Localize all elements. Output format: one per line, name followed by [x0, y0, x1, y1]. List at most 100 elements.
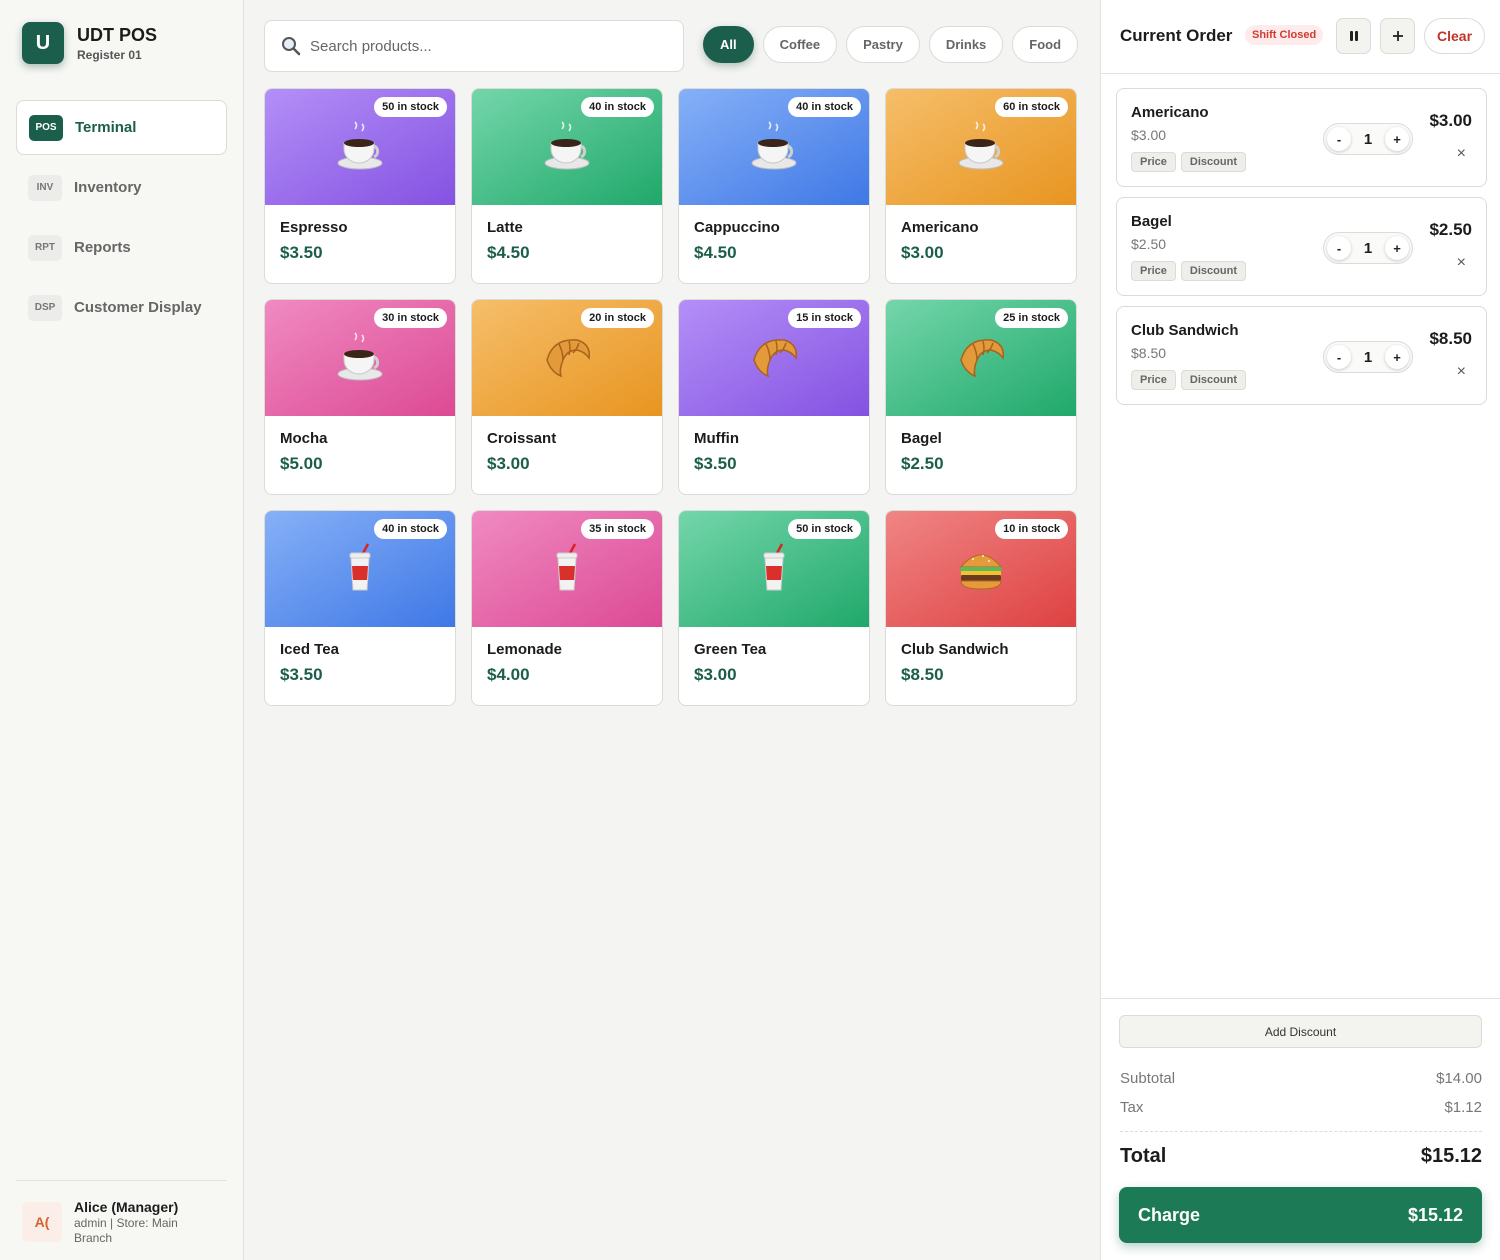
nav-item-inventory[interactable]: INV Inventory: [16, 160, 227, 215]
quantity-stepper: -1 +: [1323, 123, 1413, 155]
product-image: 30 in stock: [265, 300, 455, 416]
increase-qty-button[interactable]: +: [1385, 345, 1409, 369]
product-name: Club Sandwich: [901, 641, 1009, 658]
pause-icon: [1349, 31, 1358, 41]
stock-badge: 40 in stock: [374, 519, 447, 539]
product-grid: 50 in stock Espresso $3.50 40 in stock Latte…: [264, 88, 1080, 706]
subtotal-row: Subtotal $14.00: [1120, 1070, 1482, 1087]
product-image: 50 in stock: [265, 89, 455, 205]
product-card-bagel[interactable]: 25 in stock Bagel $2.50: [885, 299, 1077, 495]
order-item-name: Bagel: [1131, 213, 1172, 230]
quantity-value: 1: [1363, 348, 1373, 366]
filter-coffee[interactable]: Coffee: [762, 26, 838, 63]
add-discount-button[interactable]: Add Discount: [1119, 1015, 1482, 1048]
burger-icon: [953, 541, 1009, 597]
nav-item-label: Terminal: [75, 119, 137, 136]
nav-item-reports[interactable]: RPT Reports: [16, 220, 227, 275]
product-card-croissant[interactable]: 20 in stock Croissant $3.00: [471, 299, 663, 495]
charge-button[interactable]: Charge $15.12: [1119, 1187, 1482, 1243]
product-card-espresso[interactable]: 50 in stock Espresso $3.50: [264, 88, 456, 284]
increase-qty-button[interactable]: +: [1385, 236, 1409, 260]
decrease-qty-button[interactable]: -: [1327, 345, 1351, 369]
product-card-lemonade[interactable]: 35 in stock Lemonade $4.00: [471, 510, 663, 706]
remove-item-icon[interactable]: ×: [1457, 363, 1466, 381]
product-card-green-tea[interactable]: 50 in stock Green Tea $3.00: [678, 510, 870, 706]
coffee-cup-icon: [539, 119, 595, 175]
coffee-cup-icon: [746, 119, 802, 175]
category-filters: All Coffee Pastry Drinks Food: [703, 26, 1087, 63]
price-override-button[interactable]: Price: [1131, 152, 1176, 172]
item-discount-button[interactable]: Discount: [1180, 261, 1246, 281]
cup-with-straw-icon: [332, 541, 388, 597]
tax-row: Tax $1.12: [1120, 1099, 1482, 1116]
hold-order-button[interactable]: [1336, 18, 1371, 54]
product-name: Latte: [487, 219, 523, 236]
nav-item-customer-display[interactable]: DSP Customer Display: [16, 280, 227, 335]
product-card-americano[interactable]: 60 in stock Americano $3.00: [885, 88, 1077, 284]
product-price: $3.00: [901, 243, 944, 262]
remove-item-icon[interactable]: ×: [1457, 145, 1466, 163]
product-card-latte[interactable]: 40 in stock Latte $4.50: [471, 88, 663, 284]
charge-label: Charge: [1138, 1204, 1201, 1225]
decrease-qty-button[interactable]: -: [1327, 127, 1351, 151]
nav-menu: POS Terminal INV Inventory RPT Reports D…: [16, 100, 227, 340]
product-price: $2.50: [901, 454, 944, 473]
nav-item-terminal[interactable]: POS Terminal: [16, 100, 227, 155]
product-name: Muffin: [694, 430, 739, 447]
stock-badge: 50 in stock: [374, 97, 447, 117]
nav-item-label: Customer Display: [74, 299, 202, 316]
item-discount-button[interactable]: Discount: [1180, 152, 1246, 172]
order-item-unit-price: $8.50: [1131, 345, 1167, 361]
filter-drinks[interactable]: Drinks: [928, 26, 1004, 63]
stock-badge: 60 in stock: [995, 97, 1068, 117]
product-name: Cappuccino: [694, 219, 780, 236]
user-profile[interactable]: A( Alice (Manager) admin | Store: Main B…: [16, 1180, 227, 1246]
product-card-muffin[interactable]: 15 in stock Muffin $3.50: [678, 299, 870, 495]
stock-badge: 35 in stock: [581, 519, 654, 539]
price-override-button[interactable]: Price: [1131, 261, 1176, 281]
product-image: 10 in stock: [886, 511, 1076, 627]
product-price: $4.50: [694, 243, 737, 262]
new-order-button[interactable]: [1380, 18, 1415, 54]
product-card-mocha[interactable]: 30 in stock Mocha $5.00: [264, 299, 456, 495]
total-row: Total $15.12: [1120, 1131, 1482, 1168]
search-box[interactable]: [264, 20, 684, 72]
nav-badge: RPT: [28, 234, 62, 261]
coffee-cup-icon: [332, 119, 388, 175]
brand-title: UDT POS: [77, 25, 158, 45]
clear-order-button[interactable]: Clear: [1424, 18, 1486, 54]
search-input[interactable]: [310, 37, 650, 55]
price-override-button[interactable]: Price: [1131, 370, 1176, 390]
product-price: $4.50: [487, 243, 530, 262]
product-name: Mocha: [280, 430, 328, 447]
product-price: $3.50: [280, 665, 323, 684]
product-area: All Coffee Pastry Drinks Food 50 in stoc…: [244, 0, 1100, 1260]
nav-item-label: Reports: [74, 239, 131, 256]
product-card-cappuccino[interactable]: 40 in stock Cappuccino $4.50: [678, 88, 870, 284]
remove-item-icon[interactable]: ×: [1457, 254, 1466, 272]
brand-logo: U: [22, 22, 64, 64]
product-image: 40 in stock: [472, 89, 662, 205]
item-discount-button[interactable]: Discount: [1180, 370, 1246, 390]
product-price: $3.50: [280, 243, 323, 262]
filter-all[interactable]: All: [703, 26, 754, 63]
product-price: $8.50: [901, 665, 944, 684]
order-panel: Current Order Shift Closed Clear America…: [1100, 0, 1500, 1260]
filter-pastry[interactable]: Pastry: [846, 26, 920, 63]
decrease-qty-button[interactable]: -: [1327, 236, 1351, 260]
quantity-value: 1: [1363, 239, 1373, 257]
order-item-bagel: Bagel $2.50 Price Discount -1 + $2.50 ×: [1116, 197, 1487, 296]
increase-qty-button[interactable]: +: [1385, 127, 1409, 151]
quantity-stepper: -1 +: [1323, 232, 1413, 264]
product-card-iced-tea[interactable]: 40 in stock Iced Tea $3.50: [264, 510, 456, 706]
order-header: Current Order Shift Closed Clear: [1101, 0, 1500, 74]
order-item-unit-price: $2.50: [1131, 236, 1167, 252]
product-name: Iced Tea: [280, 641, 339, 658]
search-icon: [282, 37, 301, 56]
order-summary: Add Discount Subtotal $14.00 Tax $1.12 T…: [1101, 998, 1500, 1243]
order-item-total: $3.00: [1429, 111, 1472, 130]
filter-food[interactable]: Food: [1012, 26, 1079, 63]
product-card-club-sandwich[interactable]: 10 in stock Club Sandwich $8.50: [885, 510, 1077, 706]
product-name: Croissant: [487, 430, 557, 447]
stock-badge: 30 in stock: [374, 308, 447, 328]
